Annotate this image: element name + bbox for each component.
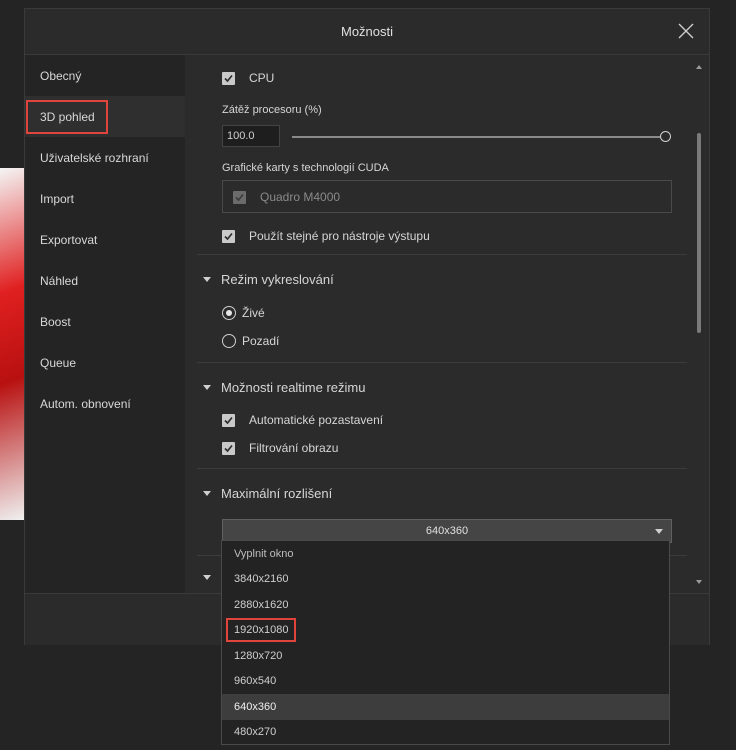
dialog-titlebar: Možnosti xyxy=(25,9,709,55)
sidebar-item-label: Uživatelské rozhraní xyxy=(40,150,149,165)
max-resolution-title: Maximální rozlišení xyxy=(221,486,333,501)
sidebar-item-label: Obecný xyxy=(40,68,82,83)
radio-live-label: Živé xyxy=(242,306,265,320)
sidebar-item-import[interactable]: Import xyxy=(25,178,185,219)
sidebar-item-label: Autom. obnovení xyxy=(40,396,131,411)
gpu-device-name: Quadro M4000 xyxy=(260,190,341,204)
auto-pause-row[interactable]: Automatické pozastavení xyxy=(222,410,383,430)
scroll-up-arrow[interactable] xyxy=(696,65,702,69)
sidebar-item-boost[interactable]: Boost xyxy=(25,301,185,342)
radio-live[interactable] xyxy=(222,306,236,320)
dropdown-option-label: 480x270 xyxy=(234,726,277,739)
dropdown-option-3840x2160[interactable]: 3840x2160 xyxy=(222,567,669,593)
same-for-output-checkbox[interactable] xyxy=(222,229,235,243)
dropdown-option-label: 1280x720 xyxy=(234,649,283,662)
sidebar: Obecný 3D pohled Uživatelské rozhraní Im… xyxy=(25,55,185,593)
sidebar-item-auto-refresh[interactable]: Autom. obnovení xyxy=(25,383,185,424)
separator xyxy=(197,468,687,469)
dropdown-option-480x270[interactable]: 480x270 xyxy=(222,720,669,746)
dropdown-option-label: Vyplnit okno xyxy=(234,547,294,560)
gpu-device-row[interactable]: Quadro M4000 xyxy=(233,187,340,207)
close-button[interactable] xyxy=(677,22,695,40)
image-filtering-row[interactable]: Filtrování obrazu xyxy=(222,438,338,458)
sidebar-item-label: Boost xyxy=(40,314,71,329)
sidebar-item-label: 3D pohled xyxy=(26,99,108,134)
dropdown-option-label: 960x540 xyxy=(234,675,277,688)
realtime-section-header[interactable]: Možnosti realtime režimu xyxy=(203,380,366,395)
render-mode-option-live[interactable]: Živé xyxy=(222,303,265,323)
chevron-down-icon xyxy=(203,385,211,390)
sidebar-item-3d-view[interactable]: 3D pohled xyxy=(25,96,185,137)
render-mode-section-header[interactable]: Režim vykreslování xyxy=(203,272,334,287)
sidebar-item-user-interface[interactable]: Uživatelské rozhraní xyxy=(25,137,185,178)
dropdown-option-label: 3840x2160 xyxy=(234,573,289,586)
dropdown-option-label: 2880x1620 xyxy=(234,598,289,611)
separator xyxy=(197,254,687,255)
render-mode-option-background[interactable]: Pozadí xyxy=(222,331,279,351)
check-icon xyxy=(224,74,233,82)
render-mode-title: Režim vykreslování xyxy=(221,272,334,287)
check-icon xyxy=(224,444,233,452)
sidebar-item-label: Import xyxy=(40,191,75,206)
check-icon xyxy=(235,193,244,201)
dialog-title: Možnosti xyxy=(340,24,394,39)
radio-background[interactable] xyxy=(222,334,236,348)
max-resolution-dropdown: Vyplnit okno 3840x2160 2880x1620 1920x10… xyxy=(221,540,670,745)
radio-dot xyxy=(226,310,232,316)
dropdown-option-960x540[interactable]: 960x540 xyxy=(222,669,669,695)
chevron-down-icon xyxy=(655,529,663,534)
radio-background-label: Pozadí xyxy=(242,334,280,348)
image-filtering-label: Filtrování obrazu xyxy=(249,441,339,455)
max-resolution-selected-value: 640x360 xyxy=(425,525,469,537)
auto-pause-label: Automatické pozastavení xyxy=(249,413,384,427)
chevron-down-icon xyxy=(203,575,211,580)
sidebar-item-general[interactable]: Obecný xyxy=(25,55,185,96)
sidebar-item-export[interactable]: Exportovat xyxy=(25,219,185,260)
sidebar-item-label: Exportovat xyxy=(40,232,98,247)
dropdown-option-1920x1080[interactable]: 1920x1080 xyxy=(222,618,669,644)
chevron-down-icon xyxy=(203,277,211,282)
gpu-device-list: Quadro M4000 xyxy=(222,180,672,213)
realtime-title: Možnosti realtime režimu xyxy=(221,380,366,395)
cpu-checkbox[interactable] xyxy=(222,71,235,85)
separator xyxy=(197,362,687,363)
cpu-load-label: Zátěž procesoru (%) xyxy=(222,104,322,116)
scrollbar-thumb[interactable] xyxy=(697,133,701,333)
chevron-down-icon xyxy=(203,491,211,496)
sidebar-item-label: Náhled xyxy=(40,273,79,288)
check-icon xyxy=(224,232,233,240)
sidebar-item-label: Queue xyxy=(40,355,77,370)
same-for-output-label: Použít stejné pro nástroje výstupu xyxy=(249,229,430,243)
collapsed-section-header[interactable] xyxy=(203,575,211,580)
same-for-output-row[interactable]: Použít stejné pro nástroje výstupu xyxy=(222,226,430,246)
check-icon xyxy=(224,416,233,424)
cpu-load-slider-handle[interactable] xyxy=(660,131,671,142)
close-icon xyxy=(678,23,694,39)
dropdown-option-2880x1620[interactable]: 2880x1620 xyxy=(222,592,669,618)
gpu-device-checkbox[interactable] xyxy=(233,190,246,204)
dropdown-option-label: 640x360 xyxy=(234,700,277,713)
auto-pause-checkbox[interactable] xyxy=(222,413,235,427)
dropdown-option-label: 1920x1080 xyxy=(226,618,297,643)
dropdown-option-640x360[interactable]: 640x360 xyxy=(222,694,669,720)
cpu-checkbox-label: CPU xyxy=(249,71,275,85)
sidebar-item-queue[interactable]: Queue xyxy=(25,342,185,383)
dropdown-option-1280x720[interactable]: 1280x720 xyxy=(222,643,669,669)
gpu-label: Grafické karty s technologií CUDA xyxy=(222,162,389,174)
image-filtering-checkbox[interactable] xyxy=(222,441,235,455)
sidebar-item-preview[interactable]: Náhled xyxy=(25,260,185,301)
cpu-load-slider-track[interactable] xyxy=(292,136,662,138)
max-resolution-section-header[interactable]: Maximální rozlišení xyxy=(203,486,332,501)
scroll-down-arrow[interactable] xyxy=(696,580,702,584)
background-app-image xyxy=(0,168,24,520)
cpu-checkbox-row[interactable]: CPU xyxy=(222,68,274,88)
settings-content: CPU Zátěž procesoru (%) 100.0 Grafické k… xyxy=(185,55,709,593)
dropdown-option-fill-window[interactable]: Vyplnit okno xyxy=(222,541,669,567)
cpu-load-input[interactable]: 100.0 xyxy=(222,125,280,147)
